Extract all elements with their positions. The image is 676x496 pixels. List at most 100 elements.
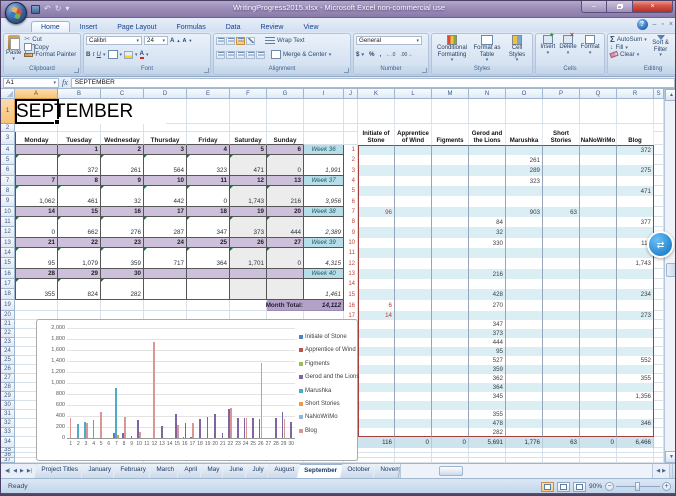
cell-C17[interactable]: 282: [101, 279, 144, 300]
clear-button[interactable]: Clear▾: [610, 51, 647, 58]
column-header-M[interactable]: M: [432, 89, 469, 99]
cell-Q5[interactable]: [580, 155, 617, 165]
cell-L14[interactable]: [395, 248, 432, 258]
cell-L32[interactable]: [395, 419, 432, 428]
comma-button[interactable]: ,: [379, 51, 381, 58]
cell-P14[interactable]: [543, 248, 580, 258]
cell-A17[interactable]: 355: [15, 279, 58, 300]
cell-S34[interactable]: [654, 437, 664, 448]
cell-N29[interactable]: 345: [469, 392, 506, 401]
cell-E17[interactable]: [187, 279, 230, 300]
cell-S30[interactable]: [654, 401, 664, 410]
cell-F16[interactable]: [230, 269, 267, 279]
scroll-down-icon[interactable]: ▼: [665, 451, 676, 463]
cell-G5[interactable]: 0: [267, 155, 304, 176]
cell-L7[interactable]: [395, 176, 432, 186]
cell-J11[interactable]: 8: [344, 217, 358, 227]
cell-E4[interactable]: 4: [187, 145, 230, 155]
cell-L20[interactable]: [395, 311, 432, 320]
cell-O29[interactable]: [506, 392, 543, 401]
cell-A2[interactable]: [15, 124, 58, 132]
cell-R10[interactable]: [617, 207, 654, 217]
row-header-6[interactable]: 6: [1, 165, 15, 176]
row-header-29[interactable]: 29: [1, 392, 15, 401]
cell-O17[interactable]: [506, 279, 543, 289]
row-header-30[interactable]: 30: [1, 401, 15, 410]
cell-R17[interactable]: [617, 279, 654, 289]
shrink-font-button[interactable]: A▼: [182, 38, 192, 44]
cell-D17[interactable]: [144, 279, 187, 300]
cell-I13[interactable]: Week 39: [304, 238, 344, 248]
cell-I7[interactable]: Week 37: [304, 176, 344, 186]
cell-M34[interactable]: 0: [432, 437, 469, 448]
cell-P20[interactable]: [543, 311, 580, 320]
cell-P30[interactable]: [543, 401, 580, 410]
cell-Q24[interactable]: [580, 347, 617, 356]
cell-P22[interactable]: [543, 329, 580, 338]
cell-O12[interactable]: [506, 227, 543, 238]
cell-S16[interactable]: [654, 269, 664, 279]
cell-D3[interactable]: Thursday: [144, 132, 187, 145]
cell-S32[interactable]: [654, 419, 664, 428]
cell-I8[interactable]: 3,956: [304, 186, 344, 207]
cell-O24[interactable]: [506, 347, 543, 356]
row-header-8[interactable]: 8: [1, 186, 15, 196]
number-dialog-launcher[interactable]: [422, 68, 427, 73]
cell-K24[interactable]: [358, 347, 395, 356]
row-header-24[interactable]: 24: [1, 347, 15, 356]
cell-F11[interactable]: 373: [230, 217, 267, 238]
cell-S24[interactable]: [654, 347, 664, 356]
row-header-19[interactable]: 19: [1, 300, 15, 311]
cell-P29[interactable]: [543, 392, 580, 401]
cell-K21[interactable]: [358, 320, 395, 329]
align-right-icon[interactable]: [236, 51, 245, 59]
next-sheet-icon[interactable]: ▶: [19, 467, 25, 475]
cell-C2[interactable]: [101, 124, 144, 132]
cell-K18[interactable]: [358, 289, 395, 300]
cell-I14[interactable]: 4,315: [304, 248, 344, 269]
cell-Q7[interactable]: [580, 176, 617, 186]
column-header-G[interactable]: G: [267, 89, 304, 99]
restore-button[interactable]: [607, 1, 633, 13]
cell-B8[interactable]: 461: [58, 186, 101, 207]
cell-A7[interactable]: 7: [15, 176, 58, 186]
cell-M27[interactable]: [432, 374, 469, 383]
cell-K17[interactable]: [358, 279, 395, 289]
zoom-level[interactable]: 90%: [589, 483, 602, 490]
cell-R18[interactable]: 234: [617, 289, 654, 300]
cell-Q4[interactable]: [580, 145, 617, 155]
cell-D10[interactable]: 17: [144, 207, 187, 217]
cell-M25[interactable]: [432, 356, 469, 365]
cell-Q12[interactable]: [580, 227, 617, 238]
copy-button[interactable]: Copy: [24, 43, 76, 51]
cell-B17[interactable]: 824: [58, 279, 101, 300]
italic-button[interactable]: I: [92, 51, 94, 58]
cell-L33[interactable]: [395, 428, 432, 437]
cell-P17[interactable]: [543, 279, 580, 289]
cell-M18[interactable]: [432, 289, 469, 300]
cell-G11[interactable]: 444: [267, 217, 304, 238]
cell-I2[interactable]: [304, 124, 344, 132]
office-button[interactable]: [5, 2, 27, 24]
cell-A16[interactable]: 28: [15, 269, 58, 279]
cell-D4[interactable]: 3: [144, 145, 187, 155]
merge-center-button[interactable]: Merge & Center▾: [271, 50, 331, 59]
row-header-25[interactable]: 25: [1, 356, 15, 365]
cell-O19[interactable]: [506, 300, 543, 311]
cell-D16[interactable]: [144, 269, 187, 279]
cell-P12[interactable]: [543, 227, 580, 238]
cell-M6[interactable]: [432, 165, 469, 176]
cell-M8[interactable]: [432, 186, 469, 196]
cell-P1[interactable]: [543, 99, 580, 124]
column-header-J[interactable]: J: [344, 89, 358, 99]
cell-A5[interactable]: [15, 155, 58, 176]
cell-R9[interactable]: [617, 196, 654, 207]
cell-D5[interactable]: 564: [144, 155, 187, 176]
cell-J13[interactable]: 10: [344, 238, 358, 248]
cell-G2[interactable]: [267, 124, 304, 132]
cell-L23[interactable]: [395, 338, 432, 347]
cell-R25[interactable]: 552: [617, 356, 654, 365]
cell-B5[interactable]: 372: [58, 155, 101, 176]
cell-N16[interactable]: 216: [469, 269, 506, 279]
cell-F19[interactable]: [230, 300, 267, 311]
